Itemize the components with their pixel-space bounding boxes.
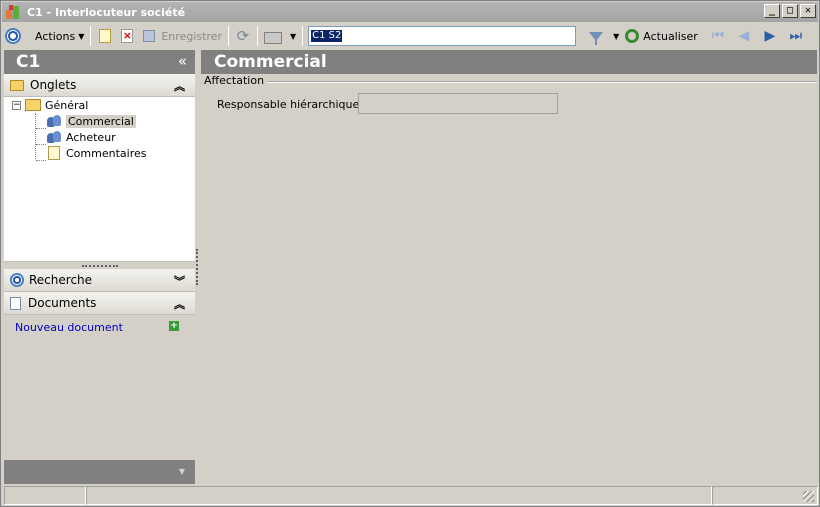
toolbar-separator — [256, 26, 258, 46]
page-title-bar: Commercial — [201, 50, 817, 74]
left-panel-header: C1 « — [4, 50, 195, 74]
printer-icon — [263, 31, 282, 44]
last-record-button[interactable]: ⏭ — [783, 25, 809, 47]
caret-down-icon: ▼ — [613, 31, 620, 41]
tree-item-label: Commercial — [66, 114, 136, 128]
tree-item-acheteur[interactable]: Acheteur — [46, 129, 116, 145]
tree-item-commercial[interactable]: Commercial — [46, 113, 136, 129]
add-document-icon[interactable]: + — [169, 321, 179, 331]
window-title: C1 - Interlocuteur société — [27, 5, 186, 19]
next-record-button[interactable]: ▶ — [757, 25, 783, 47]
target-icon — [10, 273, 24, 287]
tree-item-commentaires[interactable]: Commentaires — [48, 145, 146, 161]
next-icon: ▶ — [764, 28, 776, 44]
chevron-down-icon[interactable]: ︾ — [174, 273, 185, 289]
left-panel-footer: ▼ — [4, 460, 195, 484]
caret-down-icon: ▼ — [289, 31, 297, 41]
collapse-node-icon[interactable]: − — [12, 100, 21, 110]
tree-item-label: Commentaires — [66, 146, 147, 160]
chevron-up-icon[interactable]: ︽ — [174, 296, 185, 312]
left-panel: C1 « Onglets ︽ − Général Commercial Ache… — [4, 50, 195, 484]
status-bar — [4, 486, 818, 505]
toolbar-separator — [302, 26, 304, 46]
page-title: Commercial — [214, 52, 327, 72]
delete-icon: × — [121, 29, 134, 43]
section-documents-label: Documents — [28, 296, 97, 310]
save-icon — [143, 30, 156, 42]
section-documents[interactable]: Documents ︽ — [4, 292, 195, 315]
title-bar[interactable]: C1 - Interlocuteur société _ □ ✕ — [2, 2, 818, 22]
chevron-up-icon[interactable]: ︽ — [174, 78, 185, 94]
main-content: Commercial Affectation Responsable hiéra… — [201, 50, 817, 484]
funnel-icon — [589, 31, 604, 45]
note-icon — [48, 146, 60, 160]
sync-button[interactable]: ⟳ — [232, 25, 254, 47]
refresh-icon — [625, 29, 640, 43]
resize-grip-icon[interactable] — [803, 491, 814, 502]
previous-record-button[interactable]: ◀ — [731, 25, 757, 47]
folder-icon — [25, 99, 41, 111]
sync-icon: ⟳ — [236, 27, 250, 45]
actions-label: Actions — [35, 29, 76, 43]
manager-field[interactable] — [358, 93, 558, 114]
minimize-button[interactable]: _ — [764, 4, 780, 18]
manager-field-label: Responsable hiérarchique : — [217, 98, 367, 111]
close-button[interactable]: ✕ — [800, 4, 816, 18]
target-icon — [5, 28, 21, 44]
chevron-down-icon[interactable]: ▼ — [179, 467, 185, 476]
first-icon: ⏮ — [711, 28, 725, 44]
tree-item-general[interactable]: − Général — [12, 97, 88, 113]
panel-resize-grip[interactable] — [4, 262, 195, 269]
status-cell — [4, 486, 86, 505]
tabs-tree: − Général Commercial Acheteur Commentair… — [4, 97, 195, 262]
folder-icon — [10, 79, 24, 91]
last-icon: ⏭ — [789, 28, 803, 44]
group-title: Affectation — [204, 74, 269, 87]
users-icon — [46, 114, 62, 128]
section-recherche-label: Recherche — [29, 273, 93, 287]
left-panel-title: C1 — [16, 52, 41, 72]
new-button[interactable] — [94, 25, 116, 47]
app-window: C1 - Interlocuteur société _ □ ✕ Actions… — [0, 0, 820, 507]
home-button[interactable] — [2, 25, 24, 47]
search-input[interactable] — [309, 27, 576, 45]
group-divider — [261, 81, 817, 83]
refresh-button[interactable]: Actualiser — [622, 25, 701, 47]
tree-item-label: Acheteur — [66, 130, 116, 144]
collapse-panel-button[interactable]: « — [178, 52, 187, 70]
maximize-button[interactable]: □ — [782, 4, 798, 18]
first-record-button[interactable]: ⏮ — [705, 25, 731, 47]
section-onglets-label: Onglets — [30, 78, 77, 92]
delete-button[interactable]: × — [116, 25, 138, 47]
previous-icon: ◀ — [738, 28, 750, 44]
toolbar-separator — [90, 26, 92, 46]
caret-down-icon: ▼ — [78, 31, 85, 41]
search-field[interactable]: C1 S2 — [308, 26, 577, 46]
tree-item-label: Général — [45, 98, 89, 112]
filter-button[interactable]: ▼ — [582, 25, 622, 47]
document-icon — [10, 296, 21, 310]
actions-menu-button[interactable]: Actions ▼ — [32, 25, 87, 47]
new-document-link[interactable]: Nouveau document — [15, 321, 123, 334]
toolbar-separator — [227, 26, 229, 46]
save-button[interactable]: Enregistrer — [138, 25, 225, 47]
refresh-label: Actualiser — [643, 29, 698, 43]
new-document-icon — [99, 29, 112, 43]
section-recherche[interactable]: Recherche ︾ — [4, 269, 195, 292]
status-cell — [86, 486, 712, 505]
print-button[interactable]: ▼ — [261, 25, 299, 47]
users-icon — [46, 130, 62, 144]
section-onglets[interactable]: Onglets ︽ — [4, 74, 195, 97]
window-controls: _ □ ✕ — [764, 4, 816, 18]
panel-splitter[interactable] — [196, 249, 198, 285]
app-logo-icon — [5, 4, 21, 20]
toolbar: Actions ▼ × Enregistrer ⟳ ▼ C1 S2 ▼ Actu… — [2, 23, 818, 49]
save-label: Enregistrer — [161, 29, 222, 43]
